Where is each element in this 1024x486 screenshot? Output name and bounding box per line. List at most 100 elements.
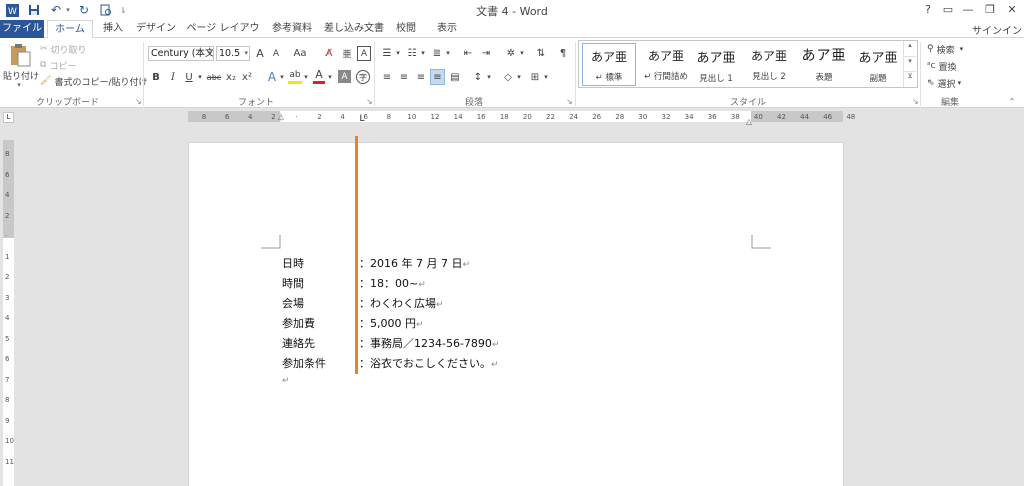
- bold-button[interactable]: B: [150, 70, 162, 84]
- doc-line-label[interactable]: 会場: [282, 295, 304, 311]
- align-left-icon[interactable]: ≡: [380, 70, 394, 84]
- replace-button[interactable]: ᵃc 置換: [927, 59, 957, 73]
- indent-marker-icon[interactable]: ⏃: [277, 108, 285, 126]
- empty-paragraph-mark[interactable]: ↵: [282, 376, 290, 386]
- document-page[interactable]: [188, 142, 844, 486]
- justify-icon[interactable]: ≡: [430, 69, 445, 85]
- chevron-down-icon[interactable]: ▾: [279, 70, 285, 84]
- tab-selector-button[interactable]: L: [3, 112, 14, 123]
- signin-link[interactable]: サインイン: [972, 22, 1022, 37]
- chevron-down-icon[interactable]: ▾: [486, 70, 492, 84]
- tab-mailings[interactable]: 差し込み文書: [324, 20, 384, 38]
- tab-page-layout[interactable]: ページ レイアウト: [183, 20, 263, 51]
- superscript-button[interactable]: x²: [240, 70, 254, 84]
- sort-icon[interactable]: ⇅: [533, 46, 549, 60]
- ribbon-display-icon[interactable]: ▭: [938, 2, 958, 17]
- doc-line-value[interactable]: ：わくわく広場↵: [359, 295, 444, 311]
- style-subtitle[interactable]: あア亜 副題: [851, 43, 905, 86]
- select-button[interactable]: ⇖ 選択 ▾: [927, 76, 961, 90]
- tab-view[interactable]: 表示: [432, 20, 462, 38]
- paste-button[interactable]: 貼り付け: [2, 69, 40, 82]
- bullets-icon[interactable]: ☰: [379, 46, 395, 60]
- cut-button[interactable]: ✂ 切り取り: [40, 43, 87, 56]
- collapse-ribbon-icon[interactable]: ⌃: [1006, 96, 1018, 106]
- align-right-icon[interactable]: ≡: [414, 70, 428, 84]
- tab-references[interactable]: 参考資料: [268, 20, 316, 38]
- font-color-button[interactable]: A: [313, 68, 325, 84]
- doc-line-label[interactable]: 時間: [282, 275, 304, 291]
- chevron-down-icon[interactable]: ▾: [519, 46, 525, 60]
- doc-line-value[interactable]: ：事務局／1234-56-7890↵: [359, 335, 499, 351]
- doc-line-value[interactable]: ：5,000 円↵: [359, 315, 424, 331]
- tab-file[interactable]: ファイル: [0, 20, 44, 38]
- undo-dropdown-icon[interactable]: ▾: [64, 3, 72, 17]
- find-button[interactable]: ⚲ 検索 ▾: [927, 42, 963, 56]
- chevron-down-icon[interactable]: ▾: [445, 46, 451, 60]
- font-size-combo[interactable]: 10.5 ▾: [216, 46, 250, 61]
- chevron-down-icon[interactable]: ▾: [303, 70, 309, 84]
- chevron-down-icon[interactable]: ▾: [420, 46, 426, 60]
- paste-dropdown-icon[interactable]: ▾: [14, 81, 24, 89]
- change-case-button[interactable]: Aa: [290, 46, 310, 61]
- customize-toolbar-icon[interactable]: ⇂: [118, 3, 128, 17]
- tab-insert[interactable]: 挿入: [96, 20, 130, 38]
- text-effects-button[interactable]: A: [265, 70, 279, 84]
- redo-icon[interactable]: ↻: [76, 3, 92, 17]
- tab-stop-marker-icon[interactable]: L: [358, 114, 366, 124]
- font-name-combo[interactable]: Century (本文 ▾: [148, 46, 214, 61]
- clear-format-icon[interactable]: A̸: [322, 46, 336, 61]
- doc-line-label[interactable]: 連絡先: [282, 335, 315, 351]
- character-shading-button[interactable]: A: [338, 70, 351, 83]
- character-border-icon[interactable]: A: [357, 46, 371, 61]
- style-heading-2[interactable]: あア亜 見出し 2: [742, 43, 796, 86]
- doc-line-value[interactable]: ：浴衣でおこしください。↵: [359, 355, 499, 371]
- style-title[interactable]: あア亜 表題: [797, 43, 851, 86]
- chevron-down-icon[interactable]: ▾: [903, 56, 916, 71]
- tab-review[interactable]: 校閲: [393, 20, 419, 38]
- right-indent-marker-icon[interactable]: △: [745, 117, 753, 126]
- increase-indent-icon[interactable]: ⇥: [478, 46, 494, 60]
- phonetic-guide-icon[interactable]: 亜: [340, 46, 354, 61]
- chevron-down-icon[interactable]: ▾: [327, 70, 333, 84]
- doc-line-value[interactable]: ：18：00~↵: [359, 275, 426, 291]
- clipboard-launcher-icon[interactable]: ↘: [135, 97, 142, 106]
- help-button[interactable]: ?: [918, 2, 938, 17]
- asian-layout-icon[interactable]: ✲: [503, 46, 519, 60]
- highlight-button[interactable]: ab: [288, 68, 302, 84]
- style-heading-1[interactable]: あア亜 見出し 1: [689, 43, 743, 86]
- save-icon[interactable]: [26, 3, 42, 17]
- strikethrough-button[interactable]: abc: [206, 70, 222, 84]
- borders-icon[interactable]: ⊞: [527, 70, 543, 84]
- shading-icon[interactable]: ◇: [500, 70, 516, 84]
- close-button[interactable]: ✕: [1002, 2, 1022, 17]
- numbering-icon[interactable]: ☷: [404, 46, 420, 60]
- multilevel-list-icon[interactable]: ≣: [429, 46, 445, 60]
- grow-font-button[interactable]: A: [253, 46, 267, 61]
- styles-launcher-icon[interactable]: ↘: [912, 97, 919, 106]
- expand-gallery-icon[interactable]: ⊻: [903, 71, 916, 87]
- distributed-icon[interactable]: ▤: [448, 70, 462, 84]
- paragraph-launcher-icon[interactable]: ↘: [566, 97, 573, 106]
- minimize-button[interactable]: —: [958, 2, 978, 17]
- chevron-down-icon[interactable]: ▾: [197, 70, 203, 84]
- font-launcher-icon[interactable]: ↘: [366, 97, 373, 106]
- doc-line-label[interactable]: 参加条件: [282, 355, 326, 371]
- undo-icon[interactable]: ↶: [48, 3, 64, 17]
- chevron-down-icon[interactable]: ▾: [395, 46, 401, 60]
- maximize-button[interactable]: ❐: [980, 2, 1000, 17]
- shrink-font-button[interactable]: A: [269, 46, 283, 61]
- paste-icon[interactable]: [6, 42, 34, 68]
- copy-button[interactable]: ⧉ コピー: [40, 59, 76, 72]
- doc-line-value[interactable]: ：2016 年 7 月 7 日↵: [359, 255, 470, 271]
- print-preview-icon[interactable]: [98, 3, 114, 17]
- doc-line-label[interactable]: 参加費: [282, 315, 315, 331]
- subscript-button[interactable]: x₂: [224, 70, 238, 84]
- style-no-spacing[interactable]: あア亜 ↵ 行間詰め: [639, 43, 693, 86]
- underline-button[interactable]: U: [183, 70, 195, 84]
- chevron-up-icon[interactable]: ▴: [903, 41, 916, 56]
- doc-line-label[interactable]: 日時: [282, 255, 304, 271]
- show-formatting-icon[interactable]: ¶: [555, 46, 571, 60]
- tab-design[interactable]: デザイン: [136, 20, 176, 38]
- enclose-characters-button[interactable]: 字: [356, 70, 370, 84]
- decrease-indent-icon[interactable]: ⇤: [460, 46, 476, 60]
